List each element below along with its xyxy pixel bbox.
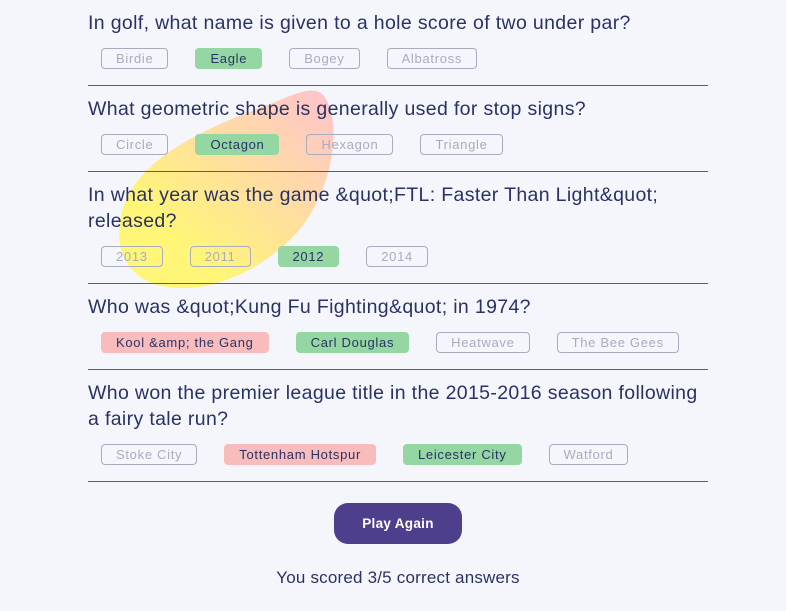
answer-option-neutral[interactable]: Watford	[548, 444, 629, 465]
answer-option-neutral[interactable]: Triangle	[420, 134, 503, 155]
answer-option-correct[interactable]: Leicester City	[402, 444, 522, 465]
question-text: Who was &quot;Kung Fu Fighting&quot; in …	[88, 296, 531, 318]
answer-option-neutral[interactable]: Birdie	[101, 48, 169, 69]
quiz-results: In golf, what name is given to a hole sc…	[88, 0, 708, 588]
answer-option-correct[interactable]: Carl Douglas	[295, 332, 410, 353]
answer-option-correct[interactable]: Octagon	[195, 134, 280, 155]
answer-option-correct[interactable]: Eagle	[195, 48, 263, 69]
answer-option-neutral[interactable]: Heatwave	[436, 332, 530, 353]
question-list: In golf, what name is given to a hole sc…	[88, 0, 708, 482]
question-block: In what year was the game &quot;FTL: Fas…	[88, 172, 708, 284]
question-block: Who was &quot;Kung Fu Fighting&quot; in …	[88, 284, 708, 370]
answer-option-neutral[interactable]: Hexagon	[306, 134, 394, 155]
answer-options: Circle Octagon Hexagon Triangle	[88, 134, 708, 155]
answer-options: 2013 2011 2012 2014	[88, 246, 708, 267]
answer-options: Kool &amp; the Gang Carl Douglas Heatwave T…	[88, 332, 708, 353]
answer-option-neutral[interactable]: Albatross	[386, 48, 478, 69]
question-text: In golf, what name is given to a hole sc…	[88, 12, 631, 34]
question-block: What geometric shape is generally used f…	[88, 86, 708, 172]
question-text: Who won the premier league title in the …	[88, 382, 698, 430]
answer-options: Stoke City Tottenham Hotspur Leicester Cit…	[88, 444, 708, 465]
answer-option-neutral[interactable]: Circle	[101, 134, 169, 155]
answer-option-neutral[interactable]: 2011	[189, 246, 251, 267]
answer-option-neutral[interactable]: 2014	[366, 246, 428, 267]
question-block: In golf, what name is given to a hole sc…	[88, 0, 708, 86]
question-text: What geometric shape is generally used f…	[88, 98, 586, 120]
answer-option-wrong[interactable]: Kool &amp; the Gang	[101, 332, 269, 353]
answer-option-neutral[interactable]: The Bee Gees	[556, 332, 679, 353]
question-block: Who won the premier league title in the …	[88, 370, 708, 482]
answer-option-neutral[interactable]: Bogey	[289, 48, 360, 69]
answer-option-correct[interactable]: 2012	[277, 246, 340, 267]
results-footer: Play Again You scored 3/5 correct answer…	[88, 482, 708, 588]
answer-options: Birdie Eagle Bogey Albatross	[88, 48, 708, 69]
answer-option-wrong[interactable]: Tottenham Hotspur	[224, 444, 376, 465]
question-text: In what year was the game &quot;FTL: Fas…	[88, 184, 659, 232]
answer-option-neutral[interactable]: 2013	[101, 246, 163, 267]
answer-option-neutral[interactable]: Stoke City	[101, 444, 198, 465]
play-again-button[interactable]: Play Again	[334, 503, 462, 544]
score-summary: You scored 3/5 correct answers	[276, 568, 520, 587]
